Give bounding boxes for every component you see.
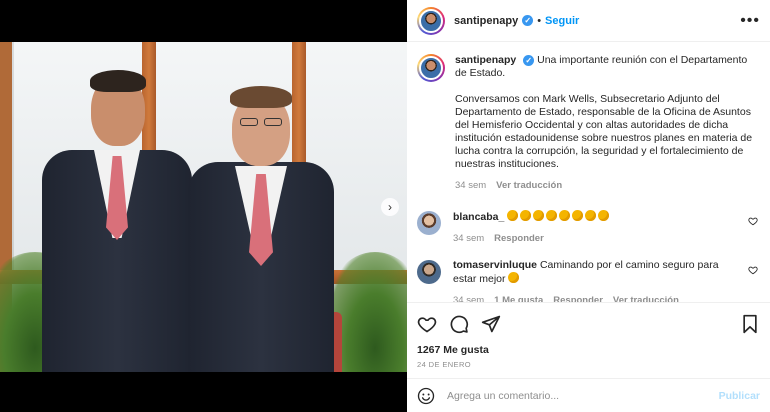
commenter-avatar[interactable] bbox=[417, 211, 441, 235]
avatar-image bbox=[419, 8, 443, 33]
verified-badge-icon: ✓ bbox=[523, 55, 535, 66]
commenter-avatar[interactable] bbox=[417, 260, 441, 284]
caption-body: Conversamos con Mark Wells, Subsecretari… bbox=[455, 93, 753, 170]
comment-likes[interactable]: 1 Me gusta bbox=[494, 294, 543, 302]
clap-emoji-icon bbox=[598, 210, 610, 221]
likes-count[interactable]: 1267 Me gusta bbox=[417, 344, 760, 356]
more-options-icon[interactable]: ••• bbox=[740, 12, 760, 29]
clap-emoji-icon bbox=[508, 272, 520, 283]
clap-emoji-icon bbox=[559, 210, 571, 221]
add-comment-bar: Publicar bbox=[407, 378, 770, 412]
separator: • bbox=[537, 14, 542, 27]
author-avatar[interactable] bbox=[417, 6, 445, 35]
see-translation-link[interactable]: Ver traducción bbox=[613, 294, 679, 302]
comment-item: tomaservinluque Caminando por el camino … bbox=[417, 259, 760, 302]
reply-link[interactable]: Responder bbox=[494, 232, 544, 245]
caption: santipenapy ✓ Una importante reunión con… bbox=[455, 54, 760, 192]
caption-meta: 34 sem Ver traducción bbox=[455, 179, 760, 192]
comment-icon[interactable] bbox=[449, 314, 469, 334]
emoji-icon[interactable] bbox=[417, 387, 435, 405]
comment-username[interactable]: tomaservinluque bbox=[453, 259, 537, 271]
comment-meta: 34 sem Responder bbox=[453, 232, 738, 245]
verified-badge-icon: ✓ bbox=[522, 15, 534, 26]
action-icons bbox=[417, 313, 760, 335]
person-left bbox=[42, 52, 192, 372]
post-panel: santipenapy ✓ • Seguir ••• santipenapy ✓… bbox=[407, 0, 770, 412]
share-icon[interactable] bbox=[481, 314, 501, 334]
comment-body: blancaba_ 34 sem Responder bbox=[453, 210, 760, 245]
caption-age: 34 sem bbox=[455, 180, 487, 191]
post-date: 24 DE ENERO bbox=[417, 360, 471, 369]
clap-emoji-icon bbox=[520, 210, 532, 221]
heart-icon[interactable] bbox=[417, 314, 437, 334]
clap-emoji-icon bbox=[507, 210, 519, 221]
author-username[interactable]: santipenapy bbox=[454, 15, 518, 27]
clap-emoji-icon bbox=[585, 210, 597, 221]
next-photo-button[interactable]: › bbox=[381, 198, 399, 216]
comment-age: 34 sem bbox=[453, 295, 485, 302]
comment-username[interactable]: blancaba_ bbox=[453, 211, 504, 223]
glasses bbox=[264, 118, 282, 126]
like-comment-heart-icon[interactable] bbox=[748, 265, 758, 275]
see-translation-link[interactable]: Ver traducción bbox=[496, 179, 562, 192]
avatar-image bbox=[419, 56, 443, 80]
clap-emoji-icon bbox=[533, 210, 545, 221]
author-avatar[interactable] bbox=[417, 54, 445, 82]
post-actions: 1267 Me gusta 24 DE ENERO bbox=[407, 302, 770, 369]
like-comment-heart-icon[interactable] bbox=[748, 216, 758, 226]
comment-input[interactable] bbox=[447, 389, 719, 402]
clap-emoji-icon bbox=[572, 210, 584, 221]
comment-body: tomaservinluque Caminando por el camino … bbox=[453, 259, 760, 302]
person-right bbox=[188, 70, 334, 372]
follow-button[interactable]: Seguir bbox=[545, 15, 579, 27]
glasses bbox=[240, 118, 258, 126]
comments-scroll[interactable]: santipenapy ✓ Una importante reunión con… bbox=[407, 42, 770, 302]
post-header: santipenapy ✓ • Seguir ••• bbox=[407, 0, 770, 42]
hair bbox=[90, 70, 146, 92]
hair bbox=[230, 86, 292, 108]
reply-link[interactable]: Responder bbox=[553, 294, 603, 302]
post-media: › bbox=[0, 0, 407, 412]
comment-text bbox=[507, 210, 611, 223]
comment-age: 34 sem bbox=[453, 233, 485, 244]
caption-row: santipenapy ✓ Una importante reunión con… bbox=[417, 54, 760, 192]
caption-username[interactable]: santipenapy bbox=[455, 54, 516, 66]
post-photo bbox=[0, 42, 407, 372]
comment-meta: 34 sem 1 Me gusta Responder Ver traducci… bbox=[453, 294, 738, 302]
bookmark-icon[interactable] bbox=[740, 314, 760, 334]
clap-emoji-icon bbox=[546, 210, 558, 221]
comment-item: blancaba_ 34 sem Responder bbox=[417, 210, 760, 245]
publish-button[interactable]: Publicar bbox=[719, 390, 760, 402]
